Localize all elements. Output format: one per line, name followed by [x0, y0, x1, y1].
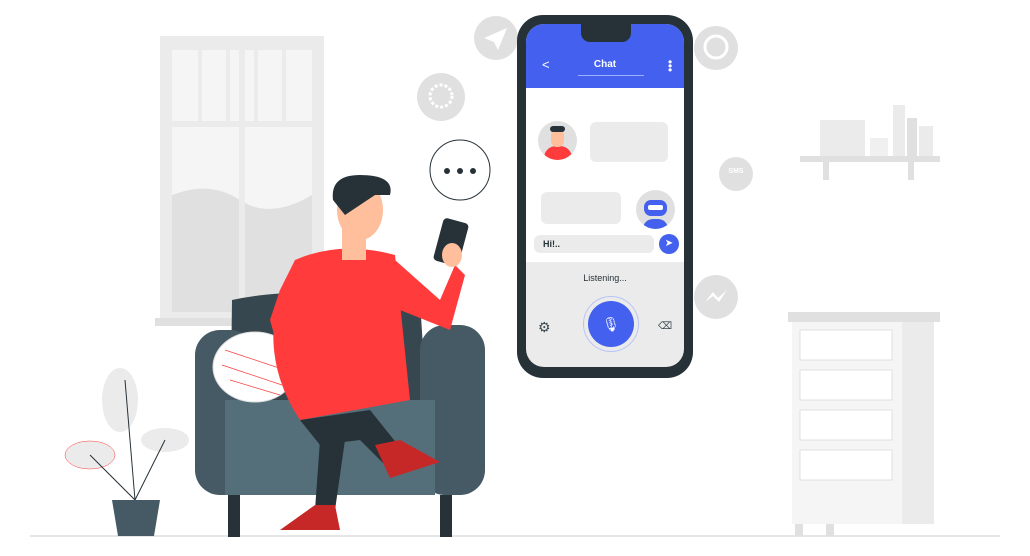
bot-message-bubble: [541, 192, 621, 224]
whatsapp-icon: [694, 26, 738, 70]
bot-avatar: [636, 190, 675, 229]
phone-screen: < Chat • • • Hi!.. ➤ Listening... 🎙 ⚙ ⌫: [526, 24, 684, 367]
listening-status: Listening...: [583, 273, 627, 283]
message-input[interactable]: Hi!..: [534, 235, 654, 253]
signal-icon: [417, 73, 465, 121]
user-avatar: [538, 121, 577, 160]
phone: < Chat • • • Hi!.. ➤ Listening... 🎙 ⚙ ⌫: [517, 15, 693, 378]
microphone-icon[interactable]: 🎙: [588, 301, 634, 347]
sms-label: SMS: [728, 168, 744, 175]
chat-title: Chat: [593, 59, 617, 70]
send-icon[interactable]: ➤: [659, 234, 679, 254]
backspace-icon[interactable]: ⌫: [658, 321, 672, 332]
cabinet: [788, 312, 940, 536]
plant: [64, 368, 189, 536]
gear-icon[interactable]: ⚙: [538, 319, 551, 336]
phone-notch: [581, 24, 631, 42]
user-message-bubble: [590, 122, 668, 162]
illustration-background: [30, 16, 1000, 537]
shelf: [800, 105, 940, 180]
title-underline: [578, 75, 644, 76]
chat-area: Hi!.. ➤: [526, 88, 684, 262]
kebab-menu-icon[interactable]: • • •: [668, 56, 672, 76]
